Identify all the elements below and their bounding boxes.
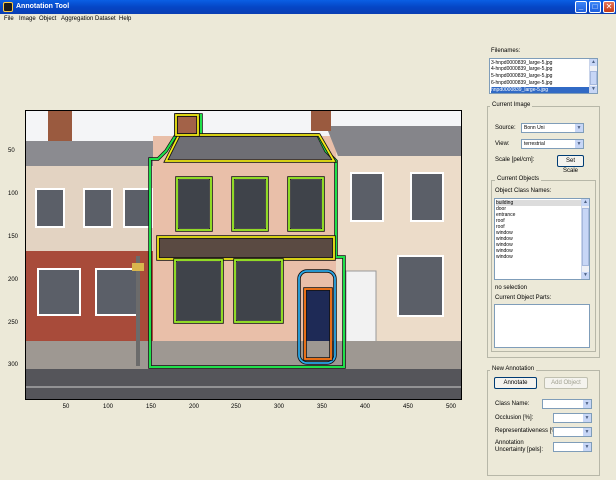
chevron-up-icon[interactable]: ▲	[582, 199, 589, 206]
y-tick-label: 100	[8, 191, 19, 197]
source-value: Bonn Uni	[524, 125, 545, 131]
annotate-button[interactable]: Annotate	[494, 377, 537, 389]
list-item-selected[interactable]: hnpd0000839_large-5.jpg	[491, 87, 589, 93]
chevron-down-icon[interactable]: ▼	[590, 86, 597, 93]
class-name-select[interactable]: ▼	[542, 399, 592, 409]
view-value: terrestrial	[524, 141, 545, 147]
new-annotation-title: New Annotation	[490, 366, 537, 372]
list-item[interactable]: 4-hnpd0000839_large-5.jpg	[491, 66, 589, 72]
chevron-down-icon[interactable]: ▼	[583, 443, 591, 451]
chevron-down-icon[interactable]: ▼	[583, 400, 591, 408]
object-parts-label: Current Object Parts:	[495, 295, 552, 301]
window-title: Annotation Tool	[16, 3, 70, 10]
annotated-photo	[26, 111, 461, 399]
chevron-down-icon[interactable]: ▼	[575, 124, 583, 132]
x-tick-label: 350	[316, 404, 327, 410]
menu-file[interactable]: File	[4, 16, 14, 22]
matlab-icon	[3, 2, 13, 12]
representativeness-select[interactable]: ▼	[553, 427, 592, 437]
x-tick-label: 250	[230, 404, 241, 410]
x-tick-label: 500	[445, 404, 456, 410]
scroll-thumb[interactable]	[582, 208, 589, 266]
menu-help[interactable]: Help	[119, 16, 131, 22]
selection-status: no selection	[495, 285, 528, 291]
y-tick-label: 250	[8, 320, 19, 326]
object-class-listbox[interactable]: building door entrance roof roof window …	[494, 198, 590, 280]
object-parts-listbox[interactable]	[494, 304, 590, 348]
minimize-button[interactable]: _	[575, 1, 587, 13]
maximize-button[interactable]: □	[589, 1, 601, 13]
class-name-label: Class Name:	[495, 401, 530, 407]
view-label: View:	[495, 141, 510, 147]
x-tick-label: 100	[102, 404, 113, 410]
filenames-label: Filenames:	[491, 48, 521, 54]
x-tick-label: 450	[402, 404, 413, 410]
add-object-button[interactable]: Add Object	[544, 377, 588, 389]
list-item[interactable]: 6-hnpd0000839_large-5.jpg	[491, 80, 589, 86]
menu-aggregation[interactable]: Aggregation	[61, 16, 93, 22]
chevron-down-icon[interactable]: ▼	[575, 140, 583, 148]
scroll-thumb[interactable]	[590, 71, 597, 85]
list-item[interactable]: 5-hnpd0000839_large-5.jpg	[491, 73, 589, 79]
menu-bar: File Image Object Aggregation Dataset He…	[0, 14, 616, 25]
y-tick-label: 300	[8, 362, 19, 368]
uncertainty-select[interactable]: ▼	[553, 442, 592, 452]
chevron-down-icon[interactable]: ▼	[583, 414, 591, 422]
object-class-scrollbar[interactable]: ▲ ▼	[581, 199, 589, 279]
current-objects-title: Current Objects	[495, 176, 542, 182]
menu-image[interactable]: Image	[19, 16, 36, 22]
y-tick-label: 50	[8, 148, 15, 154]
x-tick-label: 200	[188, 404, 199, 410]
filenames-listbox[interactable]: 3-hnpd0000839_large-5.jpg 4-hnpd0000839_…	[489, 58, 598, 94]
uncertainty-label-line-2: Uncertainty [pels]:	[495, 447, 544, 453]
filenames-scrollbar[interactable]: ▲ ▼	[589, 59, 597, 93]
chevron-up-icon[interactable]: ▲	[590, 59, 597, 66]
current-image-title: Current Image	[490, 102, 533, 108]
menu-object[interactable]: Object	[39, 16, 56, 22]
y-tick-label: 200	[8, 277, 19, 283]
y-tick-label: 150	[8, 234, 19, 240]
title-bar: Annotation Tool _ □ ✕	[0, 0, 616, 14]
source-label: Source:	[495, 125, 516, 131]
menu-dataset[interactable]: Dataset	[95, 16, 116, 22]
representativeness-label: Representativeness [%]:	[495, 428, 561, 434]
close-button[interactable]: ✕	[603, 1, 615, 13]
object-class-names-label: Object Class Names:	[495, 188, 552, 194]
x-tick-label: 300	[273, 404, 284, 410]
occlusion-label: Occlusion [%]:	[495, 415, 534, 421]
list-item[interactable]: window	[496, 254, 581, 260]
x-tick-label: 150	[145, 404, 156, 410]
chevron-down-icon[interactable]: ▼	[583, 428, 591, 436]
scale-label: Scale [pel/cm]:	[495, 157, 535, 163]
uncertainty-label-line-1: Annotation	[495, 440, 524, 446]
chevron-down-icon[interactable]: ▼	[582, 272, 589, 279]
image-canvas[interactable]	[25, 110, 462, 400]
x-tick-label: 400	[359, 404, 370, 410]
source-select[interactable]: Bonn Uni ▼	[521, 123, 584, 133]
x-tick-label: 50	[62, 404, 70, 410]
occlusion-select[interactable]: ▼	[553, 413, 592, 423]
view-select[interactable]: terrestrial ▼	[521, 139, 584, 149]
set-scale-button[interactable]: Set Scale	[557, 155, 584, 174]
